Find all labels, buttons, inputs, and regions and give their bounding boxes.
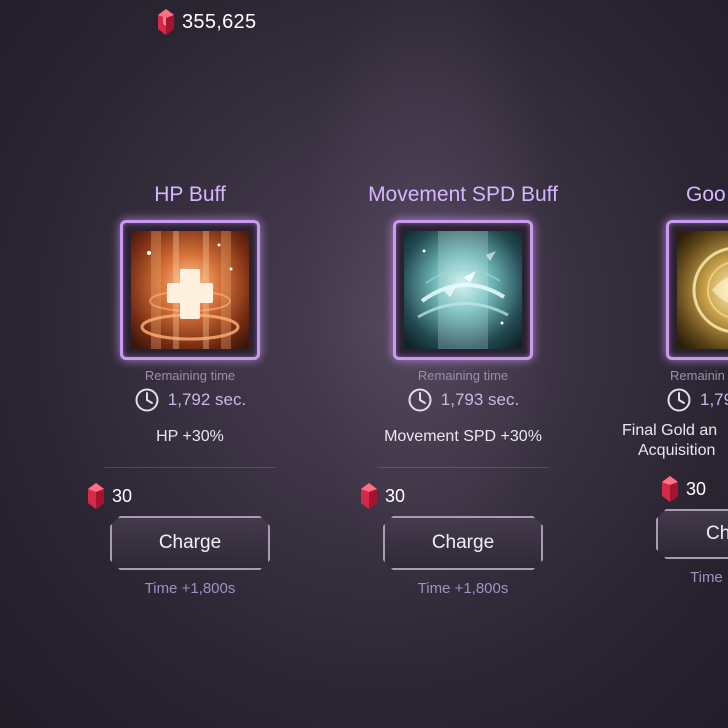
buff-effect-line1: Final Gold an	[622, 422, 718, 439]
buff-card-gold: Goo Remainin 1,7 Final Gold an Acquisiti…	[616, 180, 728, 586]
ruby-gem-icon	[88, 483, 104, 509]
buff-card-hp: HP Buff Remaining time 1,792 sec. HP +30…	[70, 180, 310, 597]
buff-icon-frame[interactable]	[120, 220, 260, 360]
buff-card-movement-speed: Movement SPD Buff Remaining time 1,793 s…	[343, 180, 583, 597]
charge-button-label: Charge	[431, 532, 495, 553]
ruby-gem-icon	[361, 483, 377, 509]
charge-cost: 30	[616, 475, 728, 503]
charge-cost-value: 30	[385, 485, 406, 506]
charge-cost: 30	[343, 482, 583, 510]
clock-icon	[135, 388, 159, 412]
charge-button-label: Ch	[706, 523, 728, 544]
time-added-label: Time +1,800s	[144, 580, 236, 597]
hp-buff-icon	[131, 231, 249, 349]
remaining-time: 1,79	[616, 387, 728, 413]
ruby-gem-icon	[662, 476, 678, 502]
charge-button-label: Charge	[158, 532, 222, 553]
buff-title: HP Buff	[154, 183, 226, 206]
charge-button[interactable]: Charge	[110, 516, 270, 570]
buff-effect: Final Gold an Acquisition	[616, 421, 728, 461]
charge-cost-value: 30	[112, 485, 133, 506]
time-added-label: Time	[690, 569, 723, 586]
time-added-label: Time +1,800s	[417, 580, 509, 597]
divider	[104, 467, 276, 468]
buff-card-clip: Goo Remainin 1,7 Final Gold an Acquisiti…	[612, 0, 728, 728]
ruby-gem-icon	[158, 9, 174, 35]
buff-title: Movement SPD Buff	[368, 183, 558, 206]
divider	[377, 467, 549, 468]
gold-buff-icon	[677, 231, 728, 349]
currency-amount: 355,625	[182, 10, 257, 33]
remaining-time-value: 1,79	[700, 390, 728, 409]
charge-cost: 30	[70, 482, 310, 510]
charge-button[interactable]: Charge	[383, 516, 543, 570]
buff-title: Goo	[686, 183, 726, 206]
buff-effect: Movement SPD +30%	[343, 427, 583, 467]
remaining-time-value: 1,793 sec.	[440, 390, 520, 409]
buff-effect-line2: Acquisition	[638, 442, 716, 459]
clock-icon	[667, 388, 691, 412]
movement-speed-buff-icon	[404, 231, 522, 349]
charge-button[interactable]: Ch	[656, 509, 728, 559]
remaining-time-label: Remaining time	[417, 368, 509, 383]
remaining-time-value: 1,792 sec.	[167, 390, 247, 409]
remaining-time: 1,793 sec.	[343, 387, 583, 413]
charge-cost-value: 30	[686, 478, 707, 499]
buff-effect: HP +30%	[70, 427, 310, 467]
buff-effect-line1: HP +30%	[156, 428, 224, 445]
remaining-time: 1,792 sec.	[70, 387, 310, 413]
currency-display: 355,625	[156, 8, 256, 36]
remaining-time-label: Remainin	[670, 368, 725, 383]
clock-icon	[408, 388, 432, 412]
buff-effect-line1: Movement SPD +30%	[384, 428, 542, 445]
buff-icon-frame[interactable]	[393, 220, 533, 360]
buff-icon-frame[interactable]	[666, 220, 728, 360]
remaining-time-label: Remaining time	[144, 368, 236, 383]
